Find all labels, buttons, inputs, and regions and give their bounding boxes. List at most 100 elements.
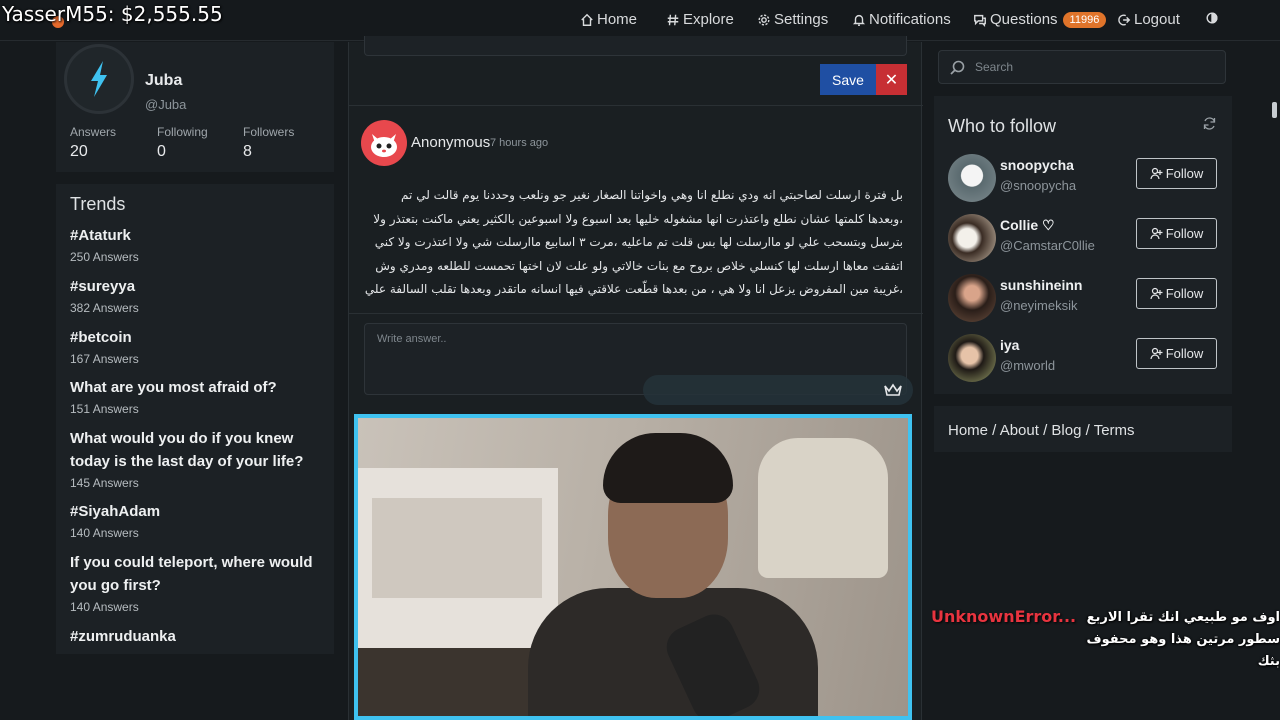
trend-title[interactable]: #betcoin: [70, 326, 326, 349]
user-name[interactable]: snoopycha: [1000, 157, 1074, 173]
stat-following-label: Following: [157, 125, 208, 139]
stat-answers-value[interactable]: 20: [70, 143, 88, 161]
footer-link-home[interactable]: Home: [948, 422, 988, 439]
follow-suggestion: iya @mworld Follow: [948, 334, 1224, 384]
trends-card: Trends #Ataturk 250 Answers #sureyya 382…: [56, 184, 334, 654]
follow-suggestion: snoopycha @snoopycha Follow: [948, 154, 1224, 204]
footer-link-terms[interactable]: Terms: [1094, 422, 1135, 439]
trend-title[interactable]: #sureyya: [70, 275, 326, 298]
profile-name[interactable]: Juba: [145, 72, 182, 90]
user-avatar[interactable]: [948, 214, 996, 262]
question-line: بترسل وبتسحب علي لو ماارسلت لها بس قلت ت…: [374, 235, 903, 249]
user-handle: @snoopycha: [1000, 178, 1077, 193]
bolt-logo-icon: [91, 61, 107, 97]
nav-questions[interactable]: Questions 11996: [973, 11, 1107, 28]
nav-logout[interactable]: Logout: [1117, 11, 1180, 28]
trend-title[interactable]: What are you most afraid of?: [70, 376, 326, 399]
user-name[interactable]: iya: [1000, 337, 1019, 353]
user-name[interactable]: sunshineinn: [1000, 277, 1082, 293]
user-name[interactable]: Collie ♡: [1000, 217, 1055, 234]
trend-count: 382 Answers: [70, 301, 139, 315]
profile-avatar[interactable]: [64, 44, 134, 114]
previous-answer-input[interactable]: [364, 36, 907, 56]
trend-count: 145 Answers: [70, 476, 139, 490]
search-box[interactable]: [938, 50, 1226, 84]
follow-button-label: Follow: [1165, 346, 1204, 361]
footer-link-blog[interactable]: Blog: [1051, 422, 1081, 439]
profile-handle: @Juba: [145, 97, 187, 112]
follow-button-label: Follow: [1165, 166, 1204, 181]
question-line: ،وبعدها كلمتها عشان نطلع واعتذرت انها مش…: [373, 211, 903, 226]
trend-count: 167 Answers: [70, 352, 139, 366]
user-avatar[interactable]: [948, 154, 996, 202]
trend-count: 151 Answers: [70, 402, 139, 416]
user-plus-icon: [1150, 167, 1163, 180]
nav-settings-label: Settings: [774, 11, 829, 28]
scrollbar-thumb[interactable]: [1272, 102, 1277, 118]
user-avatar[interactable]: [948, 274, 996, 322]
profile-card: Juba @Juba Answers 20 Following 0 Follow…: [56, 42, 334, 172]
follow-suggestion: sunshineinn @neyimeksik Follow: [948, 274, 1224, 324]
search-icon: [950, 60, 965, 75]
trend-item[interactable]: #betcoin 167 Answers: [70, 326, 326, 366]
search-input[interactable]: [975, 51, 1215, 83]
nav-home[interactable]: Home: [580, 11, 637, 28]
follow-button[interactable]: Follow: [1136, 158, 1217, 189]
user-avatar[interactable]: [948, 334, 996, 382]
follow-button[interactable]: Follow: [1136, 218, 1217, 249]
theme-toggle[interactable]: [1205, 11, 1219, 25]
nav-explore[interactable]: Explore: [666, 11, 734, 28]
footer-link-about[interactable]: About: [1000, 422, 1039, 439]
follow-suggestion: Collie ♡ @CamstarC0llie Follow: [948, 214, 1224, 264]
refresh-icon[interactable]: [1202, 116, 1217, 131]
chat-username: UnknownError...: [931, 607, 1077, 626]
trend-item[interactable]: If you could teleport, where would you g…: [70, 551, 326, 614]
user-plus-icon: [1150, 227, 1163, 240]
stat-followers-value[interactable]: 8: [243, 143, 252, 161]
nav-notifications[interactable]: Notifications: [852, 11, 951, 28]
home-icon: [581, 13, 593, 26]
follow-button[interactable]: Follow: [1136, 338, 1217, 369]
trend-item[interactable]: #sureyya 382 Answers: [70, 275, 326, 315]
trend-title[interactable]: #zumruduanka: [70, 625, 326, 648]
trend-title[interactable]: If you could teleport, where would you g…: [70, 551, 326, 597]
overlay-toolbar: [643, 375, 913, 405]
trend-item[interactable]: What would you do if you knew today is t…: [70, 427, 326, 490]
nav-logout-label: Logout: [1134, 11, 1180, 28]
streamer-webcam: [354, 414, 912, 720]
trend-title[interactable]: What would you do if you knew today is t…: [70, 427, 326, 473]
follow-button[interactable]: Follow: [1136, 278, 1217, 309]
footer-links: Home / About / Blog / Terms: [934, 406, 1232, 452]
trend-item[interactable]: What are you most afraid of? 151 Answers: [70, 376, 326, 416]
question-author[interactable]: Anonymous: [411, 134, 490, 151]
who-to-follow-card: Who to follow snoopycha @snoopycha Follo…: [934, 96, 1232, 394]
divider: [349, 313, 923, 314]
logout-icon: [1118, 14, 1131, 25]
follow-button-label: Follow: [1165, 226, 1204, 241]
trend-title[interactable]: #SiyahAdam: [70, 500, 326, 523]
nav-home-label: Home: [597, 11, 638, 28]
user-handle: @CamstarC0llie: [1000, 238, 1095, 253]
trend-item[interactable]: #SiyahAdam 140 Answers: [70, 500, 326, 540]
chat-message: اوف مو طبيعي انك تقرا الاربع سطور مرتين …: [1086, 610, 1280, 669]
trend-title[interactable]: #Ataturk: [70, 224, 326, 247]
webcam-chair: [758, 438, 888, 578]
gear-icon: [758, 13, 770, 26]
stat-following-value[interactable]: 0: [157, 143, 166, 161]
stream-donation-overlay: YasserM55: $2,555.55: [2, 2, 223, 26]
nav-settings[interactable]: Settings: [757, 11, 828, 28]
trend-item[interactable]: #Ataturk 250 Answers: [70, 224, 326, 264]
contrast-icon: [1206, 12, 1218, 24]
crown-icon[interactable]: [883, 382, 903, 398]
trend-count: 250 Answers: [70, 250, 139, 264]
question-line: اتفقت معاها ارسلت لها كنسلي خلاص بروح مع…: [375, 258, 903, 273]
anonymous-avatar[interactable]: [361, 120, 407, 166]
trend-item[interactable]: #zumruduanka: [70, 625, 326, 648]
trend-count: 140 Answers: [70, 600, 139, 614]
who-to-follow-title: Who to follow: [948, 116, 1057, 136]
nav-notifications-label: Notifications: [869, 11, 951, 28]
questions-count-badge: 11996: [1062, 11, 1107, 28]
save-button[interactable]: Save: [820, 64, 876, 95]
close-icon[interactable]: ✕: [876, 64, 907, 95]
webcam-box: [372, 498, 542, 598]
